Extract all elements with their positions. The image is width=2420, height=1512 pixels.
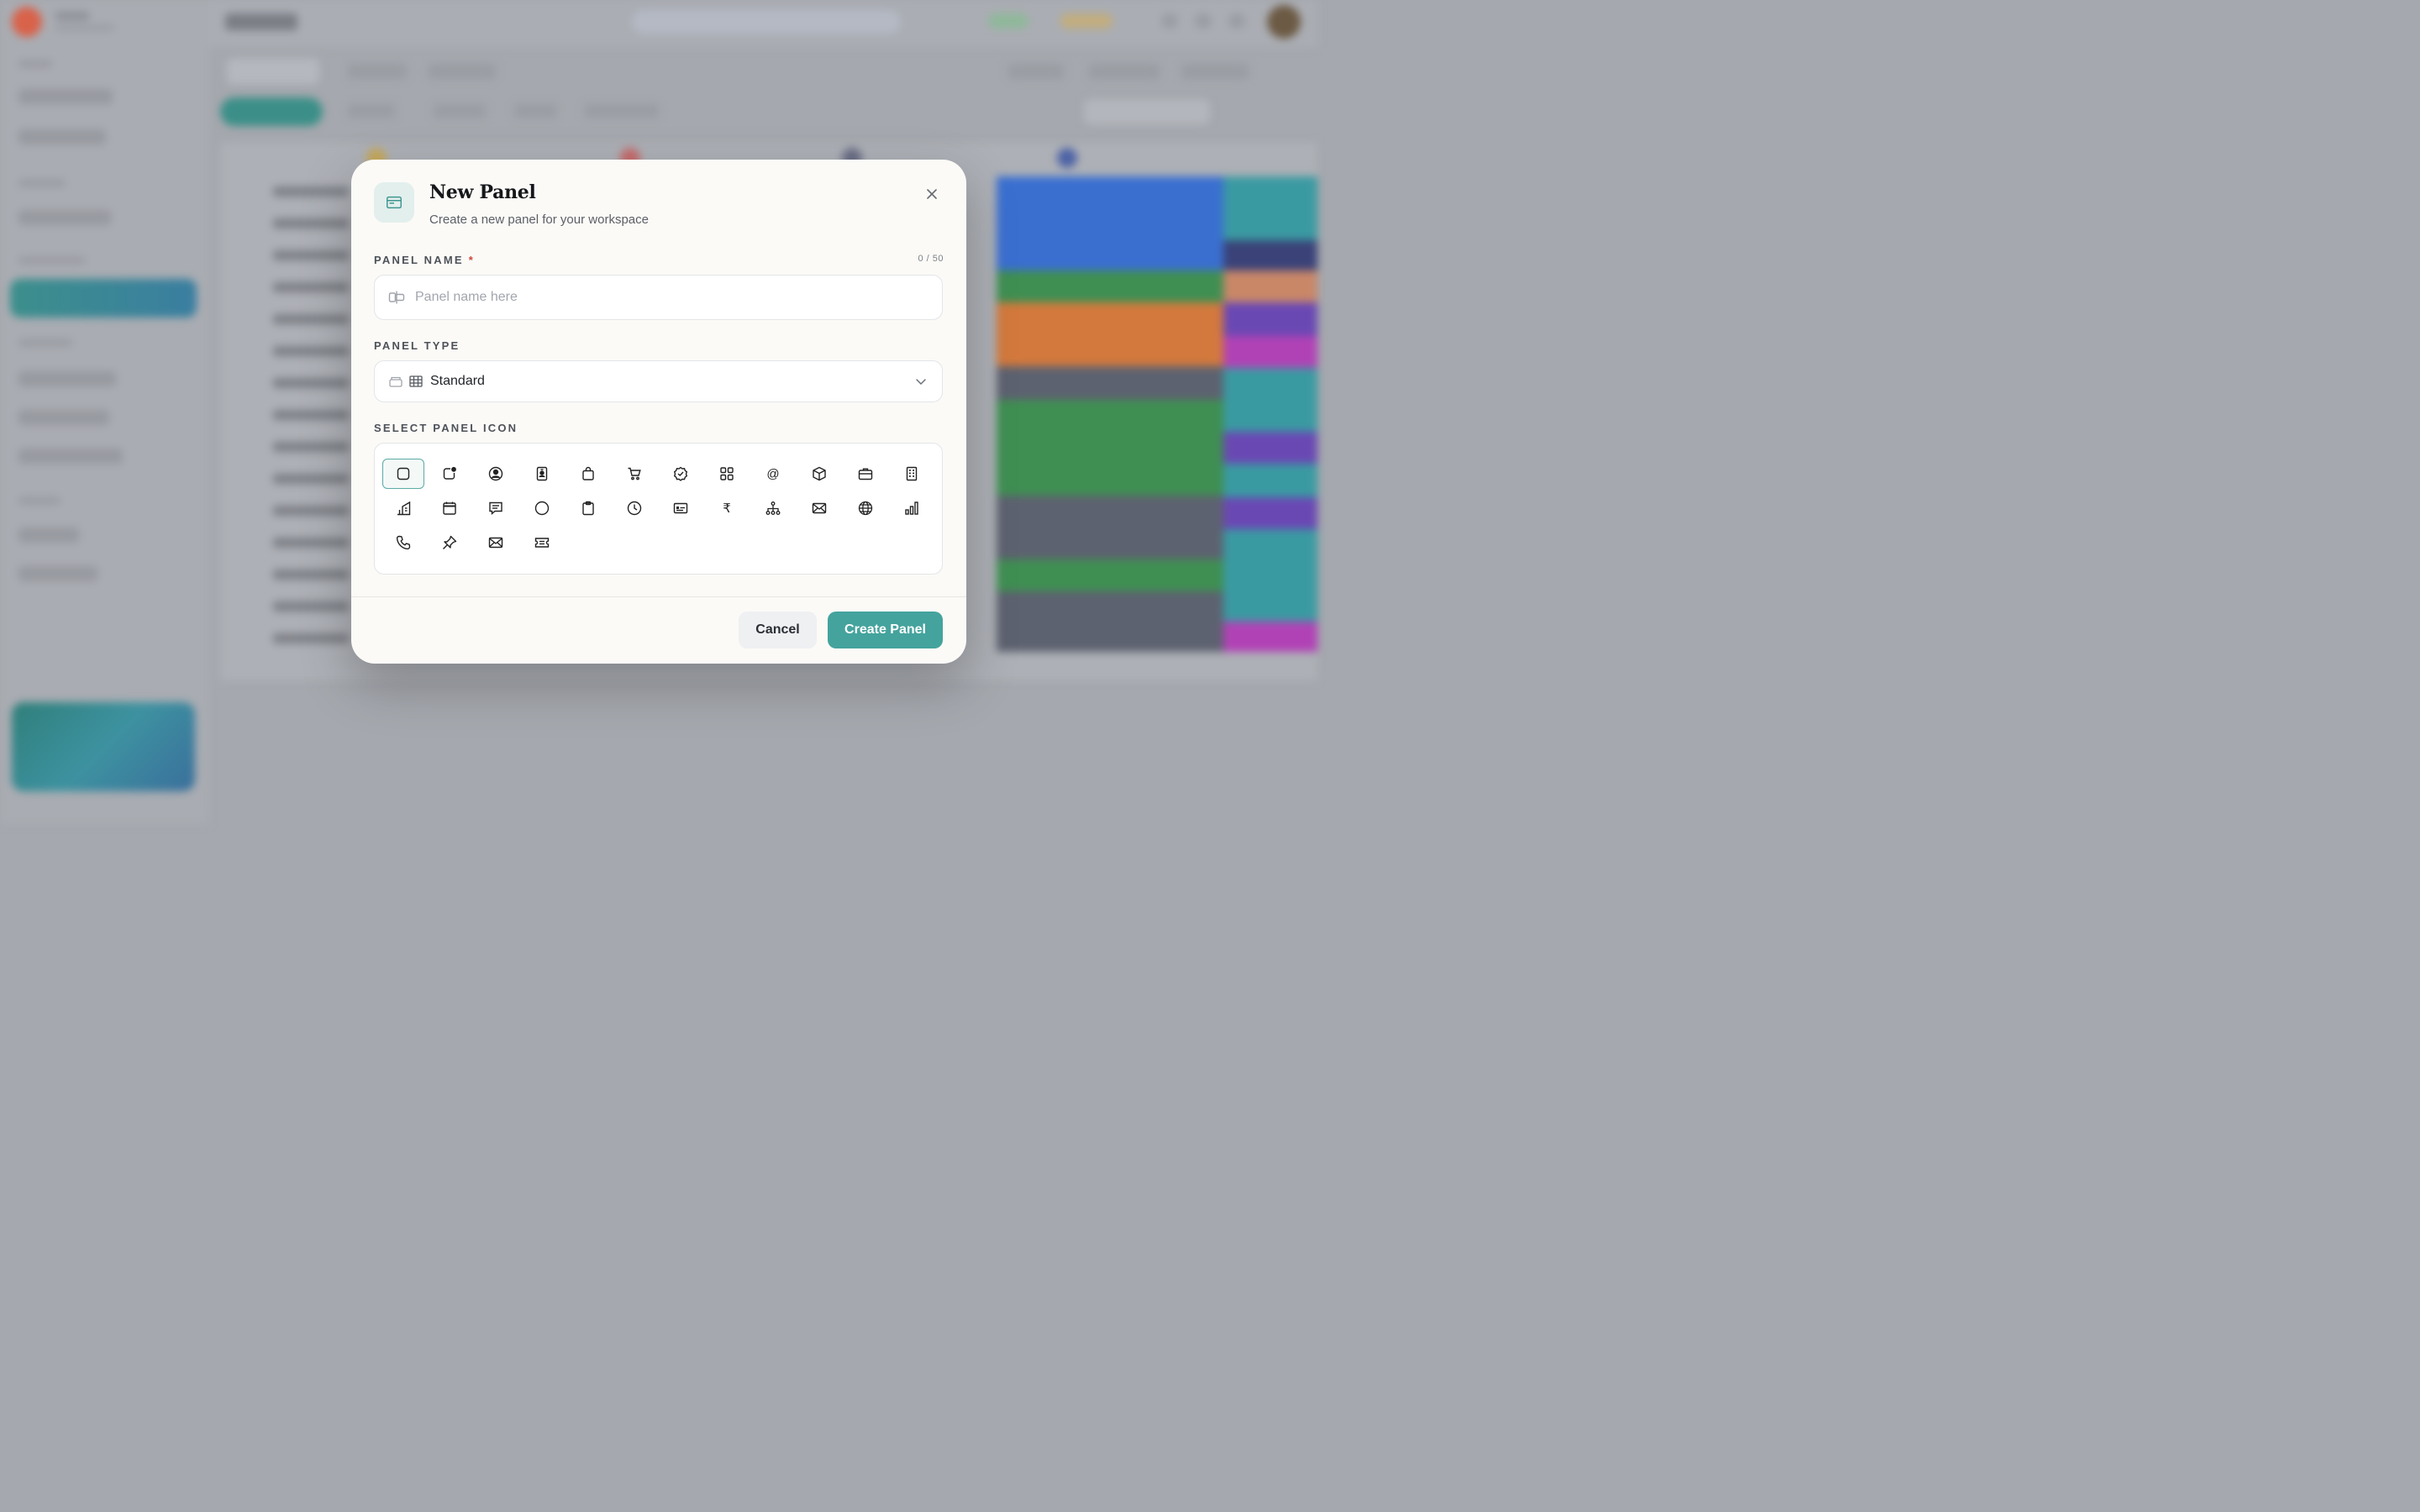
icon-option-bar-chart[interactable] — [891, 493, 933, 523]
icon-option-calendar[interactable] — [429, 493, 471, 523]
character-counter: 0 / 50 — [918, 254, 944, 264]
user-circle-icon — [488, 466, 503, 481]
icon-option-grid[interactable] — [706, 459, 748, 489]
icon-option-circle[interactable] — [521, 493, 563, 523]
bar-chart-icon — [905, 501, 918, 515]
panel-name-label: PANEL NAME * — [374, 254, 476, 266]
square-icon — [397, 467, 410, 480]
icon-option-mail[interactable] — [798, 493, 840, 523]
icon-picker-grid: @ ₹ — [374, 443, 943, 575]
icon-option-notification-square[interactable] — [429, 459, 471, 489]
panel-name-input[interactable] — [415, 276, 928, 319]
table-icon — [409, 375, 423, 387]
icon-option-user-circle[interactable] — [475, 459, 517, 489]
briefcase-icon — [858, 468, 873, 480]
icon-option-badge-check[interactable] — [660, 459, 702, 489]
icon-option-globe[interactable] — [844, 493, 886, 523]
building-chart-icon — [397, 501, 411, 516]
icon-option-envelope[interactable] — [475, 528, 517, 558]
icon-option-building[interactable] — [891, 459, 933, 489]
dialog-title: New Panel — [429, 181, 536, 203]
phone-icon — [396, 535, 411, 550]
icon-option-package[interactable] — [798, 459, 840, 489]
hierarchy-icon — [765, 501, 781, 515]
pin-icon — [443, 535, 457, 549]
footer-divider — [351, 596, 966, 597]
panel-type-value: Standard — [430, 374, 485, 388]
circle-icon — [534, 501, 550, 516]
panel-icon — [374, 182, 414, 223]
icon-option-square[interactable] — [382, 459, 424, 489]
badge-check-icon — [673, 466, 688, 481]
icon-option-id-card[interactable] — [660, 493, 702, 523]
grid-icon — [720, 467, 734, 480]
icon-option-ticket[interactable] — [521, 528, 563, 558]
app-logo — [12, 7, 42, 37]
avatar — [1267, 5, 1301, 39]
page-title — [225, 13, 297, 30]
rupee-icon: ₹ — [723, 501, 731, 516]
icon-option-rupee[interactable]: ₹ — [706, 493, 748, 523]
status-grid — [997, 176, 1318, 652]
clipboard-icon — [582, 501, 594, 516]
icon-option-at-sign[interactable]: @ — [752, 459, 794, 489]
create-panel-button[interactable]: Create Panel — [828, 612, 943, 648]
notification-square-icon — [443, 466, 456, 480]
envelope-icon — [488, 537, 503, 549]
cart-icon — [628, 467, 641, 480]
shopping-bag-icon — [582, 466, 594, 480]
icon-option-message[interactable] — [475, 493, 517, 523]
icon-option-briefcase[interactable] — [844, 459, 886, 489]
calendar-icon — [443, 501, 456, 515]
panel-name-field — [374, 275, 943, 320]
icon-option-cart[interactable] — [613, 459, 655, 489]
icon-option-id-badge[interactable] — [521, 459, 563, 489]
panel-type-select[interactable]: Standard — [374, 360, 943, 402]
icon-option-hierarchy[interactable] — [752, 493, 794, 523]
at-sign-icon: @ — [766, 466, 780, 481]
id-badge-icon — [536, 466, 548, 481]
clock-icon — [627, 501, 642, 516]
label-tag-icon — [388, 291, 405, 304]
close-icon — [927, 189, 937, 199]
icon-option-phone[interactable] — [382, 528, 424, 558]
cancel-button[interactable]: Cancel — [739, 612, 817, 648]
globe-icon — [858, 501, 873, 516]
panel-type-label: PANEL TYPE — [374, 339, 460, 352]
icon-option-shopping-bag[interactable] — [567, 459, 609, 489]
message-icon — [489, 501, 502, 516]
sidebar — [0, 0, 208, 823]
tray-icon — [389, 376, 402, 387]
icon-option-building-chart[interactable] — [382, 493, 424, 523]
select-icon-label: SELECT PANEL ICON — [374, 422, 518, 434]
icon-option-clipboard[interactable] — [567, 493, 609, 523]
new-panel-dialog: New Panel Create a new panel for your wo… — [351, 160, 966, 664]
icon-option-clock[interactable] — [613, 493, 655, 523]
dialog-subtitle: Create a new panel for your workspace — [429, 213, 649, 227]
search-bar — [632, 10, 901, 34]
required-mark: * — [468, 254, 476, 266]
ticket-icon — [534, 538, 550, 548]
chevron-down-icon — [916, 379, 926, 386]
promo-card — [12, 702, 195, 791]
sidebar-item-active — [10, 279, 197, 318]
package-icon — [813, 466, 826, 481]
mail-icon — [812, 502, 827, 514]
id-card-icon — [673, 502, 688, 514]
icon-option-pin[interactable] — [429, 528, 471, 558]
close-button[interactable] — [923, 185, 941, 203]
building-icon — [906, 466, 918, 481]
